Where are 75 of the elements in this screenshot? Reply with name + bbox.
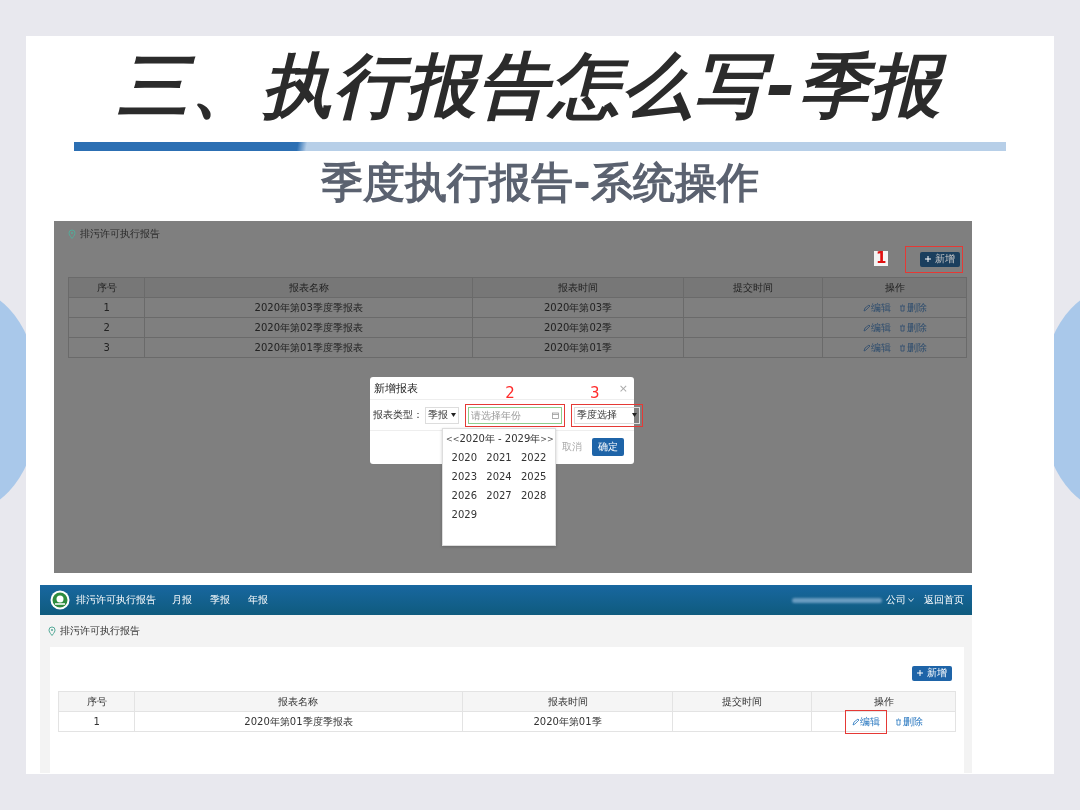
table-cell: 3 — [69, 338, 146, 358]
year-option[interactable]: 2023 — [447, 471, 482, 482]
nav-menu-item[interactable]: 年报 — [248, 593, 268, 607]
home-link[interactable]: 返回首页 — [924, 593, 964, 607]
app-title: 排污许可执行报告 — [76, 593, 156, 607]
table-cell: 2020年第03季度季报表 — [145, 298, 474, 318]
dropdown-caret-icon — [632, 413, 637, 417]
trash-icon — [898, 343, 906, 352]
slide-title: 三、执行报告怎么写-季报 — [114, 38, 966, 134]
location-pin-icon — [48, 626, 56, 636]
year-option[interactable]: 2022 — [516, 452, 551, 463]
column-header: 报表时间 — [462, 692, 674, 712]
pencil-icon — [851, 717, 859, 726]
delete-link[interactable]: 删除 — [894, 714, 923, 729]
year-option[interactable]: 2029 — [447, 509, 482, 520]
trash-icon — [898, 323, 906, 332]
year-option[interactable]: 2021 — [481, 452, 517, 463]
table-cell: 1 — [69, 298, 146, 318]
nav-menu-item[interactable]: 季报 — [210, 593, 230, 607]
table-cell: 2020年第01季度季报表 — [145, 338, 474, 358]
table-cell: 2020年第01季 — [473, 338, 685, 358]
year-option[interactable]: 2028 — [516, 490, 551, 501]
calendar-icon — [552, 411, 559, 419]
column-header: 报表名称 — [145, 278, 474, 298]
trash-icon — [894, 717, 902, 726]
next-decade-button[interactable]: >> — [540, 434, 554, 444]
table-cell: 2 — [69, 318, 146, 338]
year-option[interactable]: 2024 — [481, 471, 517, 482]
add-button[interactable]: 新增 — [920, 251, 960, 267]
breadcrumb: 排污许可执行报告 — [80, 227, 160, 241]
chevron-down-icon — [908, 598, 914, 602]
plus-icon — [917, 670, 923, 676]
table-cell: 2020年第02季 — [473, 318, 685, 338]
report-type-select[interactable]: 季报 — [425, 406, 459, 424]
column-header: 操作 — [823, 278, 967, 298]
field-label: 报表类型： — [373, 408, 423, 422]
pencil-icon — [862, 303, 870, 312]
decade-range: 2020年 - 2029年 — [459, 432, 541, 446]
year-field[interactable]: 请选择年份 — [468, 406, 562, 424]
year-option[interactable]: 2020 — [447, 452, 482, 463]
annotation-number: 2 — [505, 385, 515, 401]
nav-menu-item[interactable]: 月报 — [172, 593, 192, 607]
company-menu[interactable]: 公司 — [886, 593, 914, 607]
dropdown-caret-icon — [451, 413, 456, 417]
annotation-number: 1 — [874, 250, 889, 266]
dialog-title: 新增报表 — [374, 380, 418, 396]
pencil-icon — [862, 323, 870, 332]
column-header: 序号 — [59, 692, 136, 712]
confirm-button[interactable]: 确定 — [592, 438, 624, 456]
column-header: 提交时间 — [684, 278, 824, 298]
quarter-select[interactable]: 季度选择 — [574, 406, 640, 424]
column-header: 提交时间 — [673, 692, 813, 712]
year-option[interactable]: 2027 — [481, 490, 517, 501]
plus-icon — [925, 256, 931, 262]
year-option[interactable]: 2026 — [447, 490, 482, 501]
column-header: 报表名称 — [135, 692, 463, 712]
table-cell: 2020年第03季 — [473, 298, 685, 318]
trash-icon — [898, 303, 906, 312]
add-button[interactable]: 新增 — [912, 665, 952, 681]
table-cell: 2020年第01季度季报表 — [135, 712, 463, 732]
table-cell: 2020年第01季 — [462, 712, 674, 732]
edit-link[interactable]: 编辑 — [851, 714, 880, 729]
column-header: 操作 — [812, 692, 956, 712]
slide-subtitle: 季度执行报告-系统操作 — [321, 157, 759, 209]
breadcrumb: 排污许可执行报告 — [60, 624, 140, 638]
pencil-icon — [862, 343, 870, 352]
column-header: 序号 — [69, 278, 146, 298]
table-cell: 1 — [59, 712, 136, 732]
emblem-logo-icon — [50, 590, 70, 610]
table-cell: 2020年第02季度季报表 — [145, 318, 474, 338]
location-pin-icon — [68, 229, 76, 239]
column-header: 报表时间 — [473, 278, 685, 298]
previous-decade-button[interactable]: << — [446, 434, 460, 444]
annotation-number: 3 — [590, 385, 600, 401]
year-option[interactable]: 2025 — [516, 471, 551, 482]
